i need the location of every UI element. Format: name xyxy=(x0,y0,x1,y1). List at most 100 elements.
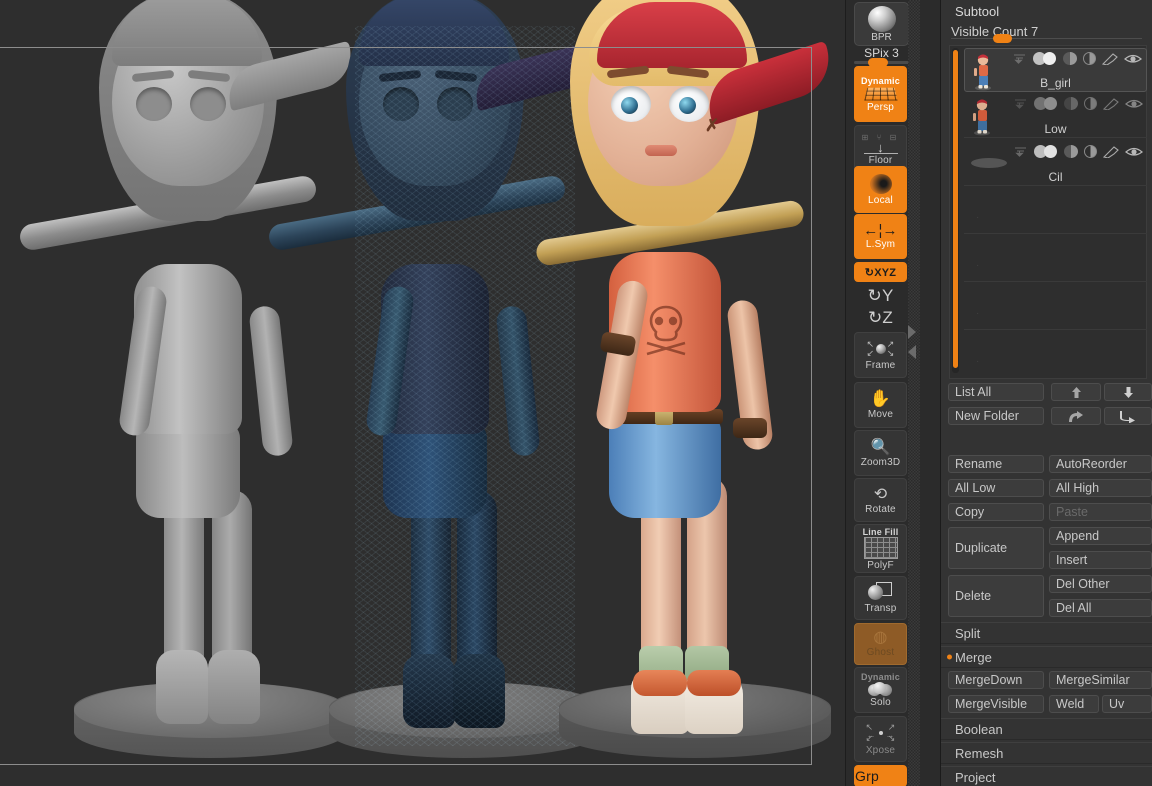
subtool-row-icons[interactable] xyxy=(1014,52,1142,65)
button-transp[interactable]: Transp xyxy=(854,576,907,620)
visible-count-slider[interactable]: Visible Count 7 xyxy=(941,22,1152,39)
subtool-scrollbar[interactable] xyxy=(952,48,959,373)
rotate-label: Rotate xyxy=(865,504,896,515)
subtool-row-empty[interactable]: · xyxy=(964,334,1147,378)
empty-marker: · xyxy=(976,308,979,319)
solo-dynamic-label: Dynamic xyxy=(861,672,900,682)
subtool-palette: Subtool Visible Count 7 xyxy=(940,0,1152,786)
button-rotate-y[interactable]: ↻Y xyxy=(854,286,907,306)
section-boolean[interactable]: Boolean xyxy=(941,718,1152,740)
subtool-name: Cil xyxy=(964,170,1147,184)
section-merge[interactable]: Merge xyxy=(941,646,1152,668)
polypaint-toggle-icon[interactable] xyxy=(1064,145,1078,158)
insert-button[interactable]: Insert xyxy=(1049,551,1152,569)
subtool-list[interactable]: B_girl xyxy=(949,45,1147,379)
chevron-left-icon[interactable] xyxy=(908,345,916,359)
eye-visibility-icon[interactable] xyxy=(1125,97,1143,110)
contrast-toggle-icon[interactable] xyxy=(1083,52,1096,65)
button-xpose[interactable]: ↖↗ ↙↘ ←→ Xpose xyxy=(854,716,907,762)
mergesimilar-button[interactable]: MergeSimilar xyxy=(1049,671,1152,689)
polypaint-toggle-icon[interactable] xyxy=(1063,52,1077,65)
subtool-row-empty[interactable]: · xyxy=(964,238,1147,282)
bpr-render-button[interactable]: BPR xyxy=(854,2,909,46)
button-zoom3d[interactable]: 🔍 Zoom3D xyxy=(854,430,907,476)
subtool-row-b_girl[interactable]: B_girl xyxy=(964,48,1147,92)
visible-count-knob[interactable] xyxy=(993,34,1012,43)
polypaint-toggle-icon[interactable] xyxy=(1064,97,1078,110)
mouth xyxy=(645,145,677,156)
viewport-scroll-strip[interactable] xyxy=(908,0,920,786)
button-polyf[interactable]: Line Fill PolyF xyxy=(854,524,907,573)
contrast-toggle-icon[interactable] xyxy=(1084,145,1097,158)
brush-toggle-icon[interactable] xyxy=(1103,146,1119,158)
button-rotate-z[interactable]: ↻Z xyxy=(854,308,907,328)
button-rotate[interactable]: ⟲ Rotate xyxy=(854,478,907,522)
move-down-button[interactable] xyxy=(1104,383,1152,401)
visibility-toggle-icon[interactable] xyxy=(1034,145,1058,158)
copy-button[interactable]: Copy xyxy=(948,503,1044,521)
3d-viewport[interactable]: ✗ xyxy=(0,0,845,786)
visible-count-track[interactable] xyxy=(951,38,1142,39)
xyz-label: XYZ xyxy=(874,267,896,279)
subtool-row-empty[interactable]: · xyxy=(964,190,1147,234)
weld-button[interactable]: Weld xyxy=(1049,695,1099,713)
append-button[interactable]: Append xyxy=(1049,527,1152,545)
duplicate-button[interactable]: Duplicate xyxy=(948,527,1044,569)
merge-label: Merge xyxy=(955,650,992,665)
subtool-row-cil[interactable]: Cil xyxy=(964,142,1147,186)
subtool-row-empty[interactable]: · xyxy=(964,286,1147,330)
move-out-button[interactable] xyxy=(1051,407,1101,425)
all-low-button[interactable]: All Low xyxy=(948,479,1044,497)
section-remesh[interactable]: Remesh xyxy=(941,742,1152,764)
delete-button[interactable]: Delete xyxy=(948,575,1044,617)
eye-visibility-icon[interactable] xyxy=(1124,52,1142,65)
button-lsym[interactable]: ←¦→ L.Sym xyxy=(854,214,907,259)
move-up-button[interactable] xyxy=(1051,383,1101,401)
zbrush-window: ✗ BPR SPix 3 Dynamic Persp ⊞ ⑂ ⊟ xyxy=(0,0,1152,786)
button-frame[interactable]: ↖↗ ↙↘ Frame xyxy=(854,332,907,378)
list-all-button[interactable]: List All xyxy=(948,383,1044,401)
eye-visibility-icon[interactable] xyxy=(1125,145,1143,158)
button-solo[interactable]: Dynamic Solo xyxy=(854,667,907,713)
button-xyz[interactable]: ↻XYZ xyxy=(854,262,907,282)
palette-collapse-arrows[interactable] xyxy=(906,325,920,373)
subtool-scrollbar-thumb[interactable] xyxy=(953,50,958,368)
visibility-toggle-icon[interactable] xyxy=(1034,97,1058,110)
subtool-row-icons[interactable] xyxy=(1015,145,1143,158)
solo-spheres-icon xyxy=(868,682,894,696)
project-label: Project xyxy=(955,770,995,785)
all-high-button[interactable]: All High xyxy=(1049,479,1152,497)
spix-track[interactable] xyxy=(854,61,909,64)
move-in-button[interactable] xyxy=(1104,407,1152,425)
brush-toggle-icon[interactable] xyxy=(1103,98,1119,110)
figure-polypainted-girl[interactable]: ✗ xyxy=(545,6,845,786)
mergedown-button[interactable]: MergeDown xyxy=(948,671,1044,689)
new-folder-button[interactable]: New Folder xyxy=(948,407,1044,425)
button-move[interactable]: ✋ Move xyxy=(854,382,907,428)
rename-button[interactable]: Rename xyxy=(948,455,1044,473)
autoreorder-button[interactable]: AutoReorder xyxy=(1049,455,1152,473)
frame-icon: ↖↗ ↙↘ xyxy=(867,339,895,359)
section-split[interactable]: Split xyxy=(941,622,1152,644)
del-other-button[interactable]: Del Other xyxy=(1049,575,1152,593)
visible-count-value: 7 xyxy=(1031,24,1038,39)
subtool-arrow-icon[interactable] xyxy=(1015,99,1028,109)
chevron-right-icon[interactable] xyxy=(908,325,916,339)
uv-button[interactable]: Uv xyxy=(1102,695,1152,713)
button-persp[interactable]: Dynamic Persp xyxy=(854,66,907,122)
subtool-arrow-icon[interactable] xyxy=(1015,147,1028,157)
subtool-row-low[interactable]: Low xyxy=(964,94,1147,138)
contrast-toggle-icon[interactable] xyxy=(1084,97,1097,110)
subtool-arrow-icon[interactable] xyxy=(1014,54,1027,64)
visibility-toggle-icon[interactable] xyxy=(1033,52,1057,65)
del-all-button[interactable]: Del All xyxy=(1049,599,1152,617)
mergevisible-button[interactable]: MergeVisible xyxy=(948,695,1044,713)
split-label: Split xyxy=(955,626,980,641)
subtool-row-icons[interactable] xyxy=(1015,97,1143,110)
section-project[interactable]: Project xyxy=(941,766,1152,786)
button-local[interactable]: Local xyxy=(854,166,907,213)
frame-label: Frame xyxy=(866,360,896,371)
brush-toggle-icon[interactable] xyxy=(1102,53,1118,65)
button-grp[interactable]: Grp xyxy=(854,765,907,786)
button-ghost[interactable]: ◍ Ghost xyxy=(854,623,907,665)
